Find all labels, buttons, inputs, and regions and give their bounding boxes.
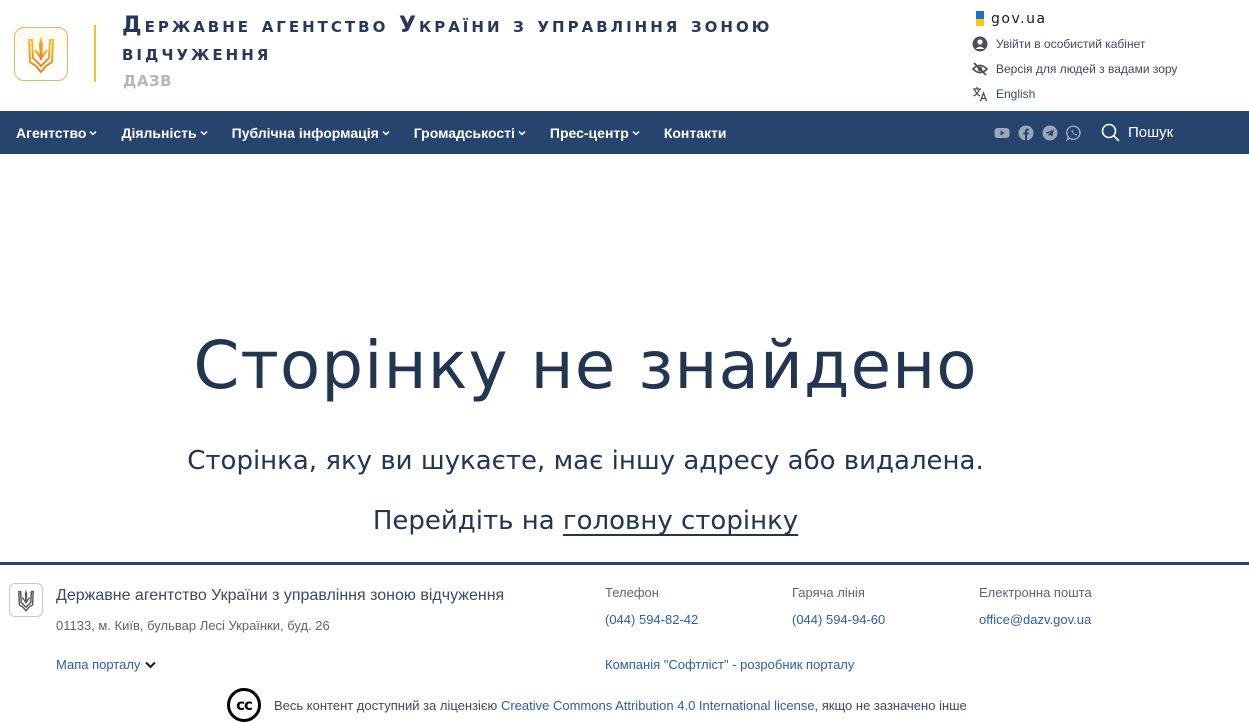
page-title: Сторінку не знайдено bbox=[193, 327, 978, 404]
nav-item-press[interactable]: Прес-центр bbox=[550, 125, 640, 141]
chevron-down-icon bbox=[518, 130, 526, 136]
telegram-icon[interactable] bbox=[1042, 125, 1058, 141]
license-link[interactable]: Creative Commons Attribution 4.0 Interna… bbox=[501, 698, 815, 713]
search-icon bbox=[1101, 123, 1120, 142]
trident-icon bbox=[18, 589, 34, 612]
footer-phone: Телефон (044) 594-82-42 bbox=[605, 585, 698, 627]
home-page-link[interactable]: головну сторінку bbox=[563, 506, 798, 536]
error-description: Сторінка, яку ви шукаєте, має іншу адрес… bbox=[187, 446, 984, 476]
footer-hotline: Гаряча лінія (044) 594-94-60 bbox=[792, 585, 885, 627]
youtube-icon[interactable] bbox=[994, 125, 1010, 141]
govua-link[interactable]: gov.ua bbox=[972, 6, 1177, 31]
login-label: Увійти в особистий кабінет bbox=[996, 36, 1146, 51]
hotline-link[interactable]: (044) 594-94-60 bbox=[792, 612, 885, 627]
site-footer: Державне агентство України з управління … bbox=[0, 565, 1249, 722]
trident-logo[interactable] bbox=[14, 27, 68, 81]
agency-title[interactable]: Державне агентство України з управління … bbox=[122, 12, 882, 68]
utility-links: gov.ua Увійти в особистий кабінет Версія… bbox=[972, 6, 1177, 106]
nav-item-agency[interactable]: Агентство bbox=[16, 124, 98, 141]
hotline-label: Гаряча лінія bbox=[792, 585, 865, 600]
accessibility-link[interactable]: Версія для людей з вадами зору bbox=[972, 56, 1177, 81]
chevron-down-icon bbox=[145, 661, 157, 668]
license-prefix: Весь контент доступний за ліцензією bbox=[274, 697, 498, 713]
footer-org-name: Державне агентство України з управління … bbox=[56, 587, 505, 604]
eye-slash-icon bbox=[972, 61, 988, 77]
sitemap-toggle[interactable]: Мапа порталу bbox=[56, 657, 157, 672]
login-link[interactable]: Увійти в особистий кабінет bbox=[972, 31, 1177, 56]
trident-icon bbox=[27, 36, 55, 74]
logo-divider bbox=[94, 25, 96, 82]
nav-item-label: Прес-центр bbox=[549, 124, 629, 141]
govua-label: gov.ua bbox=[991, 10, 1047, 27]
developer-link[interactable]: Компанія "Софтліст" - розробник порталу bbox=[605, 657, 854, 672]
home-redirect: Перейдіть на головну сторінку bbox=[0, 506, 1171, 536]
site-header: Державне агентство України з управління … bbox=[0, 0, 1249, 111]
nav-item-label: Громадськості bbox=[413, 124, 515, 141]
whatsapp-icon[interactable] bbox=[1066, 124, 1082, 141]
license-suffix: , якщо не зазначено інше bbox=[814, 697, 967, 713]
ukraine-flag-icon bbox=[976, 11, 984, 26]
translate-icon bbox=[972, 86, 988, 102]
nav-menu: Агентство Діяльність Публічна інформація… bbox=[16, 111, 750, 154]
user-icon bbox=[972, 36, 988, 52]
nav-item-label: Агентство bbox=[16, 124, 87, 141]
creative-commons-icon: cc bbox=[227, 688, 261, 722]
social-links bbox=[994, 111, 1090, 154]
nav-item-label: Контакти bbox=[663, 124, 727, 141]
accessibility-label: Версія для людей з вадами зору bbox=[996, 61, 1178, 76]
sitemap-label: Мапа порталу bbox=[56, 657, 141, 672]
nav-item-label: Діяльність bbox=[121, 124, 197, 141]
home-redirect-prefix: Перейдіть на bbox=[372, 506, 555, 536]
nav-item-public[interactable]: Громадськості bbox=[414, 125, 526, 141]
language-link[interactable]: English bbox=[972, 81, 1177, 106]
nav-item-public-info[interactable]: Публічна інформація bbox=[232, 125, 390, 141]
phone-link[interactable]: (044) 594-82-42 bbox=[605, 612, 698, 627]
facebook-icon[interactable] bbox=[1018, 125, 1034, 141]
footer-email: Електронна пошта office@dazv.gov.ua bbox=[979, 585, 1092, 627]
chevron-down-icon bbox=[382, 130, 390, 136]
email-label: Електронна пошта bbox=[979, 585, 1092, 600]
nav-item-label: Публічна інформація bbox=[231, 124, 379, 141]
footer-address: 01133, м. Київ, бульвар Лесі Українки, б… bbox=[56, 618, 330, 633]
main-navigation: Агентство Діяльність Публічна інформація… bbox=[0, 111, 1249, 154]
language-label: English bbox=[996, 86, 1036, 101]
email-link[interactable]: office@dazv.gov.ua bbox=[979, 612, 1092, 627]
footer-logo[interactable] bbox=[9, 583, 43, 617]
main-content: Сторінку не знайдено Сторінка, яку ви шу… bbox=[0, 154, 1249, 562]
license-notice: cc Весь контент доступний за ліцензією C… bbox=[227, 688, 967, 722]
search-label: Пошук bbox=[1128, 124, 1174, 141]
chevron-down-icon bbox=[89, 130, 98, 136]
nav-item-contacts[interactable]: Контакти bbox=[664, 125, 727, 141]
agency-abbreviation: ДАЗВ bbox=[123, 72, 173, 90]
nav-item-activity[interactable]: Діяльність bbox=[121, 124, 208, 141]
search-button[interactable]: Пошук bbox=[1101, 111, 1173, 154]
chevron-down-icon bbox=[632, 130, 640, 136]
phone-label: Телефон bbox=[605, 585, 659, 600]
chevron-down-icon bbox=[200, 130, 208, 136]
